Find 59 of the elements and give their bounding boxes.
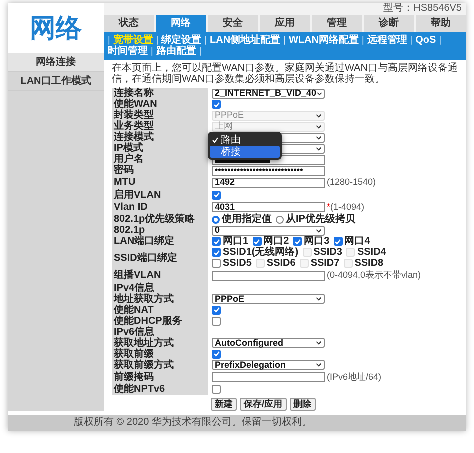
model-number: 型号：HS8546V5 <box>384 4 462 14</box>
checkbox-label: SSID7 <box>310 258 340 269</box>
field-label: 获取前缀方式 <box>114 360 174 370</box>
separator-text: | <box>362 35 364 46</box>
checkbox-label: 网口1 <box>223 236 249 247</box>
separator-text: | <box>204 35 208 46</box>
hint-text: (0-4094,0表示不带vlan) <box>327 269 422 282</box>
field-label: IPv6信息 <box>114 326 155 338</box>
field-label: 前缀掩码 <box>114 372 154 383</box>
checkbox-label: 网口2 <box>264 236 290 247</box>
field-label: 封装类型 <box>114 110 154 121</box>
separator-text: | <box>108 35 110 46</box>
field-label: 使能NAT <box>114 304 154 316</box>
hint-text: (1280-1540) <box>327 176 376 189</box>
field-label: 获取前缀 <box>114 348 154 360</box>
field-label: 启用VLAN <box>114 190 162 200</box>
description-text: 在本页面上，您可以配置WAN口参数。家庭网关通过WAN口与高层网络设备通信，在通信期间WAN口参数集必须和高层设备参数保持一致。 <box>112 63 458 85</box>
copyright-text: 版权所有 © 2020 华为技术有限公司。保留一切权利。 <box>74 418 312 428</box>
separator-text: | <box>284 35 286 46</box>
field-label: Vlan ID <box>114 202 148 213</box>
field-label: 组播VLAN <box>114 270 162 282</box>
separator-text: | <box>439 35 442 46</box>
checkbox-label: SSID5 <box>223 258 252 269</box>
field-label: MTU <box>114 177 136 188</box>
checkbox-label: SSID6 <box>266 258 296 269</box>
field-label: 使能WAN <box>114 99 158 110</box>
separator-text: | <box>156 35 159 46</box>
field-label: 地址获取方式 <box>114 294 174 304</box>
field-label: 获取地址方式 <box>114 338 174 348</box>
field-label: SSID端口绑定 <box>114 252 178 264</box>
hint-text: (1-4094) <box>330 200 365 214</box>
checkbox-label: SSID8 <box>354 258 384 269</box>
hint-text: (IPv6地址/64) <box>327 370 382 384</box>
radio-label: 从IP优先级拷贝 <box>286 214 356 225</box>
separator-text: | <box>410 35 413 46</box>
field-label: 802.1p优先级策略 <box>114 214 196 225</box>
checkbox-label: 网口4 <box>344 236 370 247</box>
separator-text: | <box>151 46 154 57</box>
field-label: 使能DHCP服务 <box>114 316 182 326</box>
field-label: 密码 <box>114 165 134 176</box>
field-label: 使能NPTv6 <box>114 384 166 395</box>
logo-title: 网络 <box>30 12 82 44</box>
select-field: 上网 <box>212 122 325 132</box>
field-label: IP模式 <box>114 143 144 154</box>
field-label: 用户名 <box>114 154 144 165</box>
required-mark: * <box>327 200 331 214</box>
field-label: IPv4信息 <box>114 282 155 294</box>
radio-label: 使用指定值 <box>222 214 272 225</box>
field-label: 连接名称 <box>114 88 154 99</box>
select-field: PPPoE <box>212 110 325 120</box>
checkbox-label: 网口3 <box>304 236 330 247</box>
field-label: 802.1p <box>114 225 146 236</box>
checkbox-label: SSID3 <box>314 247 342 258</box>
checkbox-label: SSID1(无线网络) <box>223 247 299 258</box>
field-label: LAN端口绑定 <box>114 236 175 247</box>
field-label: 连接模式 <box>114 132 154 143</box>
field-label: 业务类型 <box>114 121 154 132</box>
separator-text: | <box>199 46 202 57</box>
checkbox-label: SSID4 <box>357 247 386 258</box>
